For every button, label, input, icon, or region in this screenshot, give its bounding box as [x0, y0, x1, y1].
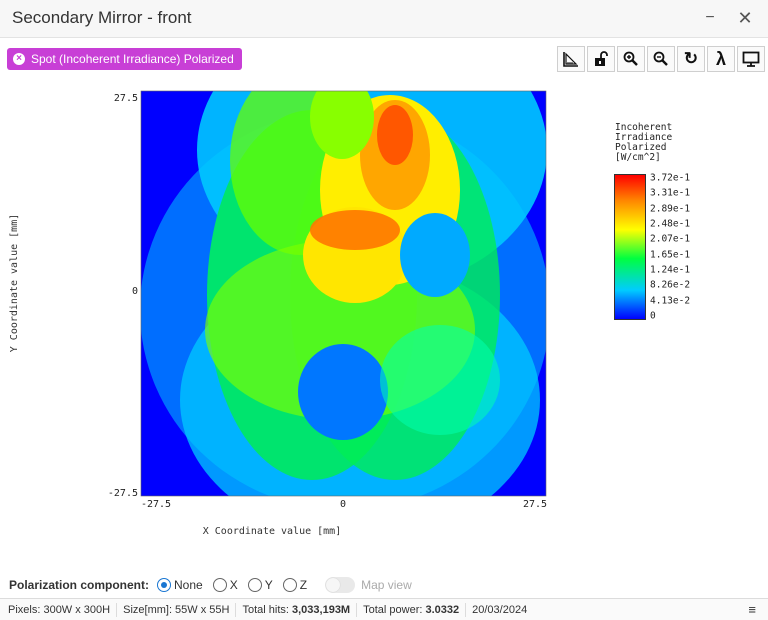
- radio-z-label: Z: [299, 578, 308, 592]
- zoom-in-icon[interactable]: [617, 46, 645, 72]
- legend-tick-label: 1.65e-1: [650, 249, 691, 261]
- legend-tick-label: 0: [650, 310, 656, 322]
- monitor-icon[interactable]: [737, 46, 765, 72]
- legend-tick-label: 3.72e-1: [650, 172, 691, 184]
- analysis-chip[interactable]: × Spot (Incoherent Irradiance) Polarized: [7, 48, 242, 70]
- hits-value: 3,033,193M: [292, 603, 351, 616]
- legend-tick-label: 1.24e-1: [650, 264, 691, 276]
- plot-toolbar: ↻ λ: [557, 46, 765, 72]
- legend-tick-label: 4.13e-2: [650, 295, 691, 307]
- power-prefix: Total power:: [363, 603, 426, 616]
- color-scale-bar: [614, 174, 646, 320]
- radio-none-label: None: [174, 578, 203, 592]
- hamburger-menu-icon[interactable]: ≡: [748, 602, 756, 617]
- power-value: 3.0332: [425, 603, 460, 616]
- radio-checked-icon[interactable]: [157, 578, 172, 592]
- legend-tick-label: 2.07e-1: [650, 233, 691, 245]
- analysis-chip-label: Spot (Incoherent Irradiance) Polarized: [31, 52, 234, 66]
- legend-tick-label: 8.26e-2: [650, 279, 691, 291]
- x-axis-label: X Coordinate value [mm]: [203, 526, 341, 537]
- irradiance-heatmap[interactable]: 27.5 0 -27.5 -27.5 0 27.5 X Coordinate v…: [0, 80, 600, 550]
- status-total-power: Total power: 3.0332: [357, 602, 467, 617]
- lambda-icon[interactable]: λ: [707, 46, 735, 72]
- radio-y-label: Y: [264, 578, 273, 592]
- close-circle-icon[interactable]: ×: [13, 53, 25, 65]
- heatmap-image: [141, 91, 546, 496]
- ruler-icon[interactable]: [557, 46, 585, 72]
- radio-none[interactable]: None: [157, 578, 203, 592]
- polarization-label: Polarization component:: [9, 578, 150, 592]
- radio-empty-icon[interactable]: [247, 578, 262, 592]
- status-total-hits: Total hits: 3,033,193M: [236, 602, 358, 617]
- status-size: Size[mm]: 55W x 55H: [117, 602, 237, 617]
- status-bar: Pixels: 300W x 300H Size[mm]: 55W x 55H …: [0, 598, 768, 620]
- radio-y[interactable]: Y: [247, 578, 273, 592]
- zoom-out-icon[interactable]: [647, 46, 675, 72]
- x-tick-zero: 0: [340, 499, 346, 510]
- y-tick-zero: 0: [132, 286, 138, 297]
- status-date: 20/03/2024: [472, 603, 528, 616]
- title-bar: Secondary Mirror - front − ✕: [0, 0, 768, 38]
- radio-empty-icon[interactable]: [282, 578, 297, 592]
- close-button[interactable]: ✕: [732, 6, 758, 30]
- y-tick-top: 27.5: [114, 93, 138, 104]
- unlock-icon[interactable]: [587, 46, 615, 72]
- legend-title-line: [W/cm^2]: [615, 152, 661, 163]
- radio-empty-icon[interactable]: [212, 578, 227, 592]
- radio-z[interactable]: Z: [282, 578, 308, 592]
- y-axis-label: Y Coordinate value [mm]: [9, 214, 20, 352]
- radio-x[interactable]: X: [212, 578, 238, 592]
- polarization-controls: Polarization component: None X Y Z Map v…: [9, 575, 412, 595]
- legend-tick-label: 3.31e-1: [650, 187, 691, 199]
- x-tick-right: 27.5: [523, 499, 547, 510]
- window-title: Secondary Mirror - front: [12, 8, 192, 27]
- map-view-toggle[interactable]: [325, 577, 356, 593]
- y-tick-bottom: -27.5: [108, 488, 138, 499]
- x-tick-left: -27.5: [141, 499, 171, 510]
- legend-title: Incoherent Irradiance Polarized [W/cm^2]: [615, 123, 672, 163]
- legend-tick-label: 2.89e-1: [650, 203, 691, 215]
- minimize-button[interactable]: −: [697, 6, 723, 30]
- refresh-icon[interactable]: ↻: [677, 46, 705, 72]
- radio-x-label: X: [229, 578, 238, 592]
- status-pixels: Pixels: 300W x 300H: [0, 602, 118, 617]
- legend-tick-label: 2.48e-1: [650, 218, 691, 230]
- map-view-label: Map view: [361, 578, 412, 592]
- hits-prefix: Total hits:: [242, 603, 292, 616]
